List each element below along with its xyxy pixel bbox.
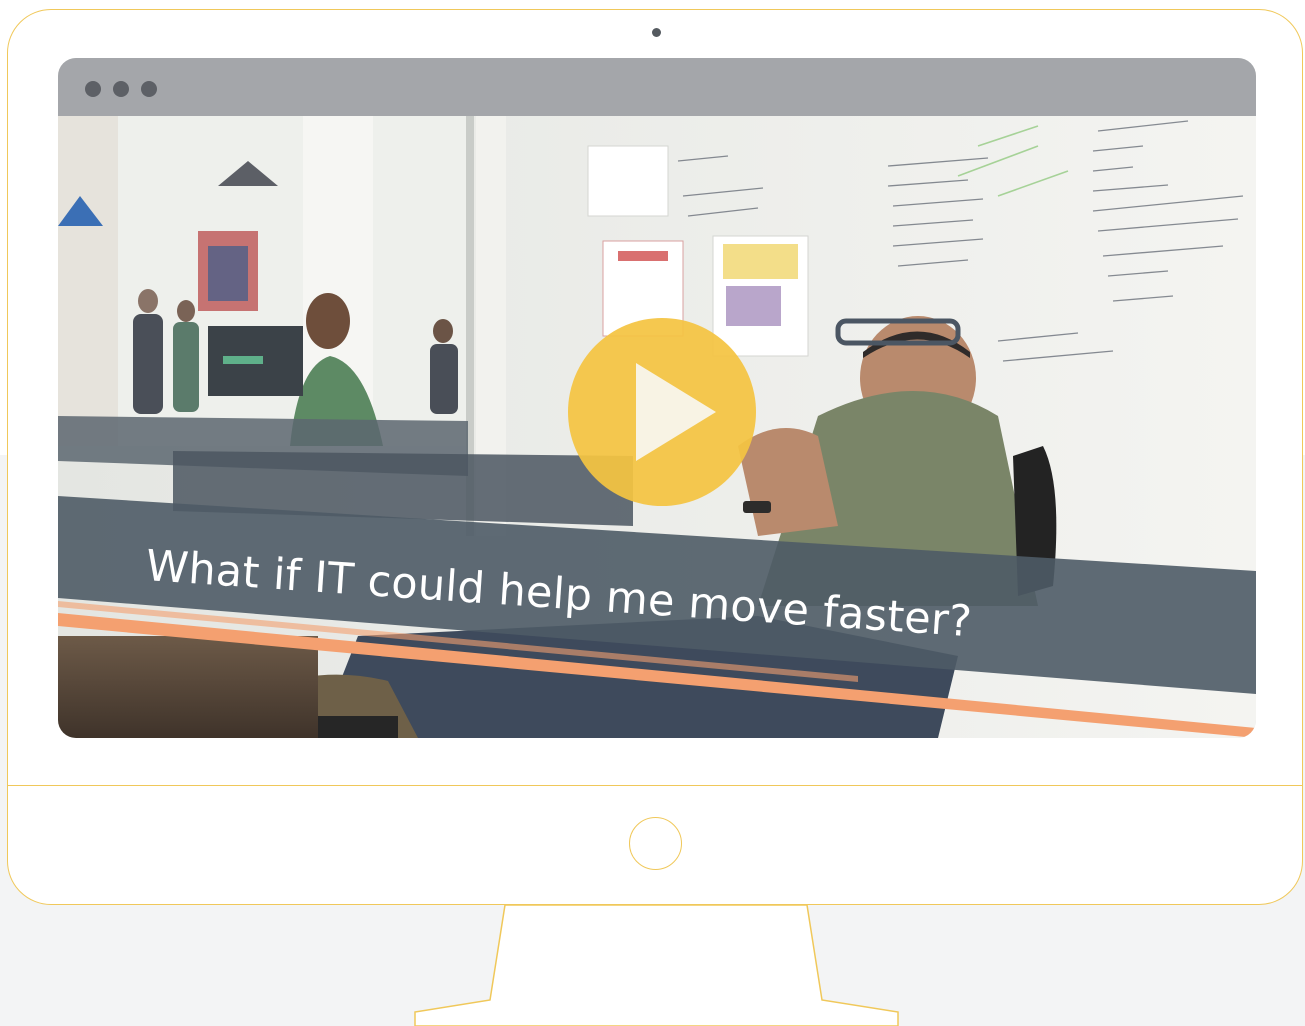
monitor-chin-divider: [8, 785, 1302, 786]
play-button[interactable]: [568, 318, 756, 506]
screen: What if IT could help me move faster?: [58, 58, 1256, 738]
window-titlebar: [58, 58, 1256, 116]
monitor-frame: What if IT could help me move faster?: [7, 9, 1303, 905]
window-dot[interactable]: [113, 81, 129, 97]
video-player[interactable]: What if IT could help me move faster?: [58, 116, 1256, 738]
window-dot[interactable]: [85, 81, 101, 97]
play-icon: [636, 363, 716, 461]
home-button[interactable]: [629, 817, 682, 870]
window-dot[interactable]: [141, 81, 157, 97]
camera-dot: [652, 28, 661, 37]
